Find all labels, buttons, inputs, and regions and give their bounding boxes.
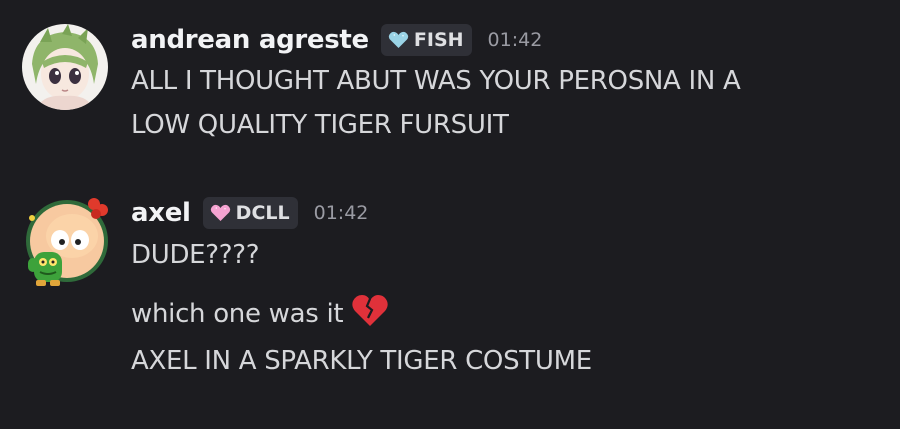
avatar-image-icon — [22, 24, 108, 110]
guild-tag-label: FISH — [413, 29, 464, 51]
message-header: andrean agreste FISH 01:42 — [131, 20, 542, 60]
heart-icon — [388, 31, 409, 48]
guild-tag[interactable]: DCLL — [202, 197, 298, 229]
username[interactable]: andrean agreste — [131, 25, 369, 55]
avatar-image-icon — [26, 198, 108, 286]
message-text: which one was it — [131, 298, 344, 329]
message-text: ALL I THOUGHT ABUT WAS YOUR PEROSNA IN A — [131, 66, 741, 96]
guild-tag[interactable]: FISH — [380, 24, 472, 56]
avatar[interactable] — [22, 24, 108, 110]
heart-icon — [210, 204, 230, 221]
username[interactable]: axel — [131, 198, 191, 228]
guild-tag-label: DCLL — [235, 202, 290, 224]
timestamp[interactable]: 01:42 — [314, 202, 369, 224]
timestamp[interactable]: 01:42 — [488, 29, 543, 51]
message-text: AXEL IN A SPARKLY TIGER COSTUME — [131, 346, 592, 376]
message-header: axel DCLL 01:42 — [131, 193, 368, 233]
broken-heart-icon[interactable] — [351, 293, 389, 334]
message-line-with-emoji: which one was it — [131, 293, 389, 334]
message-text: DUDE???? — [131, 240, 260, 270]
avatar[interactable] — [22, 196, 108, 286]
message-text: LOW QUALITY TIGER FURSUIT — [131, 110, 509, 140]
